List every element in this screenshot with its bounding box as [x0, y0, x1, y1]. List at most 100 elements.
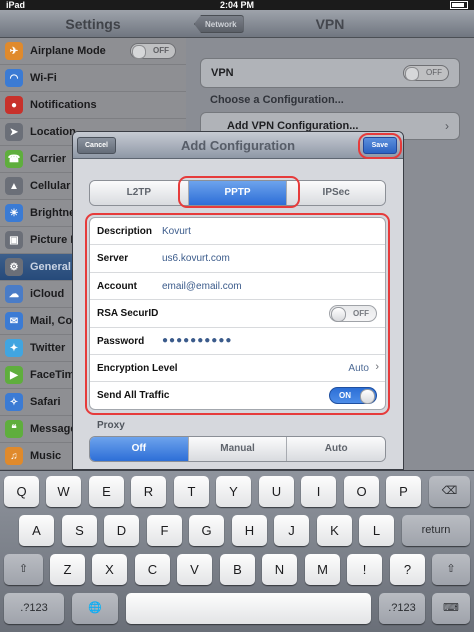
key-o[interactable]: O	[344, 476, 379, 507]
key-c[interactable]: C	[135, 554, 170, 585]
airplane-icon: ✈	[5, 42, 23, 60]
key-z[interactable]: Z	[50, 554, 85, 585]
settings-title: Settings	[0, 10, 186, 38]
tab-ipsec[interactable]: IPSec	[286, 181, 385, 205]
modal-header: Cancel Add Configuration Save	[73, 132, 403, 159]
status-bar: iPad 2:04 PM	[0, 0, 474, 10]
music-icon: ♫	[5, 447, 23, 465]
settings-item-notifications[interactable]: ● Notifications	[0, 92, 186, 119]
key-x[interactable]: X	[92, 554, 127, 585]
settings-item-label: Wi-Fi	[30, 72, 57, 84]
hide-keyboard-icon[interactable]: ⌨	[432, 593, 470, 624]
wifi-icon: ◠	[5, 69, 23, 87]
mail-icon: ✉	[5, 312, 23, 330]
key-g[interactable]: G	[189, 515, 224, 546]
proxy-auto-option[interactable]: Auto	[286, 437, 385, 461]
settings-item-label: Notifications	[30, 99, 97, 111]
vpn-navbar: Network VPN	[186, 10, 474, 38]
settings-item-label: FaceTim	[30, 369, 75, 381]
return-key[interactable]: return	[402, 515, 470, 546]
key-i[interactable]: I	[301, 476, 336, 507]
numbers-key-left[interactable]: .?123	[4, 593, 64, 624]
settings-item-label: Message	[30, 423, 77, 435]
vpn-title: VPN	[315, 16, 345, 32]
numbers-key-right[interactable]: .?123	[379, 593, 425, 624]
phone-icon: ☎	[5, 150, 23, 168]
key-j[interactable]: J	[274, 515, 309, 546]
keyboard: Q W E R T Y U I O P ⌫ A S D F G H J K L …	[0, 470, 474, 632]
settings-item-label: Brightne	[30, 207, 76, 219]
vpn-toggle-row: VPN OFF	[200, 58, 460, 88]
keyboard-row-1: Q W E R T Y U I O P ⌫	[0, 476, 474, 508]
shift-key-right[interactable]: ⇧	[432, 554, 470, 585]
key-h[interactable]: H	[232, 515, 267, 546]
cloud-icon: ☁	[5, 285, 23, 303]
settings-item-label: Cellular	[30, 180, 71, 192]
cancel-button[interactable]: Cancel	[77, 137, 116, 154]
chevron-right-icon: ›	[445, 119, 449, 133]
modal-title: Add Configuration	[180, 138, 296, 153]
key-question[interactable]: ?	[390, 554, 425, 585]
settings-item-label: Airplane Mode	[30, 45, 106, 57]
vpn-toggle[interactable]: OFF	[403, 65, 449, 81]
key-v[interactable]: V	[177, 554, 212, 585]
form-highlight-ring	[85, 213, 390, 415]
settings-item-label: iCloud	[30, 288, 65, 300]
globe-icon[interactable]: 🌐	[72, 593, 118, 624]
proxy-label: Proxy	[97, 420, 125, 431]
keyboard-row-2: A S D F G H J K L return	[0, 515, 474, 547]
gear-icon: ⚙	[5, 258, 23, 276]
message-icon: ❝	[5, 420, 23, 438]
proxy-off-option[interactable]: Off	[90, 437, 188, 461]
choose-configuration-label: Choose a Configuration...	[210, 94, 344, 106]
key-t[interactable]: T	[174, 476, 209, 507]
key-y[interactable]: Y	[216, 476, 251, 507]
key-d[interactable]: D	[104, 515, 139, 546]
key-e[interactable]: E	[89, 476, 124, 507]
key-a[interactable]: A	[19, 515, 54, 546]
key-q[interactable]: Q	[4, 476, 39, 507]
picture-frame-icon: ▣	[5, 231, 23, 249]
proxy-manual-option[interactable]: Manual	[187, 437, 287, 461]
add-configuration-modal: Cancel Add Configuration Save L2TP PPTP …	[72, 131, 404, 470]
settings-item-label: Location	[30, 126, 76, 138]
key-m[interactable]: M	[305, 554, 340, 585]
settings-item-label: Safari	[30, 396, 61, 408]
proxy-segmented-control: Off Manual Auto	[89, 436, 386, 462]
settings-item-label: Mail, Co	[30, 315, 73, 327]
keyboard-row-3: ⇧ Z X C V B N M ! ? ⇧	[0, 554, 474, 586]
key-f[interactable]: F	[147, 515, 182, 546]
shift-key-left[interactable]: ⇧	[4, 554, 43, 585]
key-u[interactable]: U	[259, 476, 294, 507]
airplane-mode-toggle[interactable]: OFF	[130, 43, 176, 59]
settings-item-wifi[interactable]: ◠ Wi-Fi	[0, 65, 186, 92]
key-r[interactable]: R	[131, 476, 166, 507]
clock: 2:04 PM	[219, 0, 254, 10]
settings-item-label: Music	[30, 450, 62, 462]
key-b[interactable]: B	[220, 554, 255, 585]
settings-item-airplane-mode[interactable]: ✈ Airplane Mode OFF	[0, 38, 186, 65]
settings-item-label: Carrier	[30, 153, 67, 165]
battery-icon	[450, 1, 468, 9]
vpn-label: VPN	[211, 67, 234, 79]
settings-item-label: General	[30, 261, 71, 273]
notifications-icon: ●	[5, 96, 23, 114]
twitter-icon: ✦	[5, 339, 23, 357]
pptp-highlight-ring	[178, 176, 300, 208]
key-n[interactable]: N	[262, 554, 297, 585]
key-p[interactable]: P	[386, 476, 421, 507]
settings-item-label: Picture F	[30, 234, 78, 246]
space-key[interactable]	[126, 593, 371, 624]
network-back-button[interactable]: Network	[194, 15, 244, 33]
tab-l2tp[interactable]: L2TP	[90, 181, 188, 205]
key-w[interactable]: W	[46, 476, 81, 507]
key-s[interactable]: S	[62, 515, 97, 546]
key-k[interactable]: K	[317, 515, 352, 546]
compass-icon: ✧	[5, 393, 23, 411]
backspace-key[interactable]: ⌫	[429, 476, 470, 507]
keyboard-row-4: .?123 🌐 .?123 ⌨	[0, 593, 474, 625]
settings-item-label: Twitter	[30, 342, 66, 354]
key-exclamation[interactable]: !	[347, 554, 382, 585]
cellular-icon: ▲	[5, 177, 23, 195]
key-l[interactable]: L	[359, 515, 394, 546]
